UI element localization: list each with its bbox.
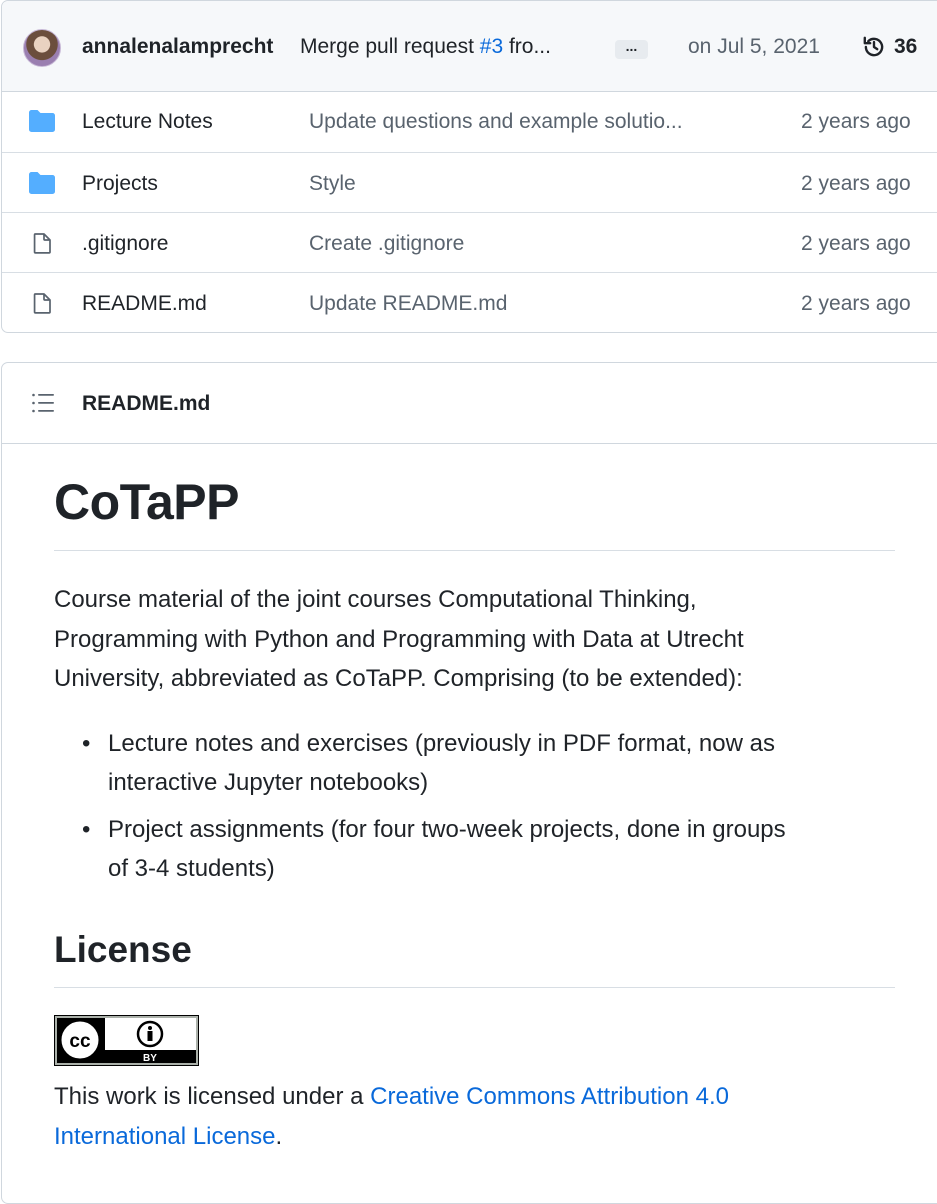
file-row[interactable]: Lecture Notes Update questions and examp… — [2, 91, 937, 151]
bullet-line: interactive Jupyter notebooks) — [108, 769, 429, 796]
license-suffix: . — [275, 1122, 283, 1150]
outline-list-icon[interactable] — [31, 392, 55, 414]
folder-icon — [29, 172, 55, 194]
pr-link[interactable]: #3 — [480, 35, 503, 58]
readme-intro: Course material of the joint courses Com… — [54, 580, 895, 699]
bullet-line: Lecture notes and exercises (previously … — [108, 730, 775, 757]
bullet-dot: • — [82, 730, 91, 757]
commit-message[interactable]: Merge pull request #3 fro... — [300, 35, 551, 59]
commit-message-prefix: Merge pull request — [300, 35, 480, 58]
file-row[interactable]: Projects Style 2 years ago — [2, 152, 937, 213]
file-name-link[interactable]: README.md — [82, 292, 207, 316]
license-text: This work is licensed under a Creative C… — [54, 1077, 895, 1156]
license-link-cont[interactable]: International License — [54, 1123, 275, 1150]
divider — [54, 550, 895, 551]
file-commit-message[interactable]: Style — [309, 172, 356, 196]
latest-commit-bar: annalenalamprecht Merge pull request #3 … — [2, 1, 937, 92]
bullet-dot: • — [82, 816, 91, 843]
cc-by-license-badge[interactable]: cc BY — [54, 1015, 199, 1066]
file-name-link[interactable]: Projects — [82, 172, 158, 196]
bullet-line: of 3-4 students) — [108, 855, 275, 882]
readme-header: README.md — [2, 363, 937, 444]
file-commit-message[interactable]: Update questions and example solutio... — [309, 110, 683, 134]
history-icon[interactable] — [861, 34, 887, 60]
license-heading: License — [54, 929, 192, 970]
commit-message-suffix: fro... — [503, 35, 551, 58]
file-age: 2 years ago — [801, 110, 911, 133]
file-age: 2 years ago — [801, 232, 911, 255]
by-label: BY — [143, 1053, 157, 1064]
intro-line: University, abbreviated as CoTaPP. Compr… — [54, 665, 743, 692]
file-browser: annalenalamprecht Merge pull request #3 … — [1, 0, 937, 333]
file-commit-message[interactable]: Create .gitignore — [309, 232, 464, 256]
file-row[interactable]: .gitignore Create .gitignore 2 years ago — [2, 212, 937, 273]
intro-line: Programming with Python and Programming … — [54, 625, 744, 653]
avatar[interactable] — [23, 29, 61, 67]
file-row[interactable]: README.md Update README.md 2 years ago — [2, 272, 937, 333]
cc-logo-text: cc — [69, 1031, 91, 1052]
readme-bullet-list: • Lecture notes and exercises (previousl… — [54, 724, 895, 884]
file-age: 2 years ago — [801, 292, 911, 315]
file-name-link[interactable]: .gitignore — [82, 232, 168, 256]
commit-author-link[interactable]: annalenalamprecht — [82, 35, 273, 59]
folder-icon — [29, 110, 55, 132]
license-link[interactable]: Creative Commons Attribution 4.0 — [370, 1083, 729, 1110]
intro-line: Course material of the joint courses Com… — [54, 586, 697, 613]
file-icon — [33, 293, 51, 314]
file-name-link[interactable]: Lecture Notes — [82, 110, 213, 134]
file-icon — [33, 233, 51, 254]
expand-commit-button[interactable]: ... — [615, 39, 648, 59]
bullet-line: Project assignments (for four two-week p… — [108, 816, 786, 843]
file-commit-message[interactable]: Update README.md — [309, 292, 507, 316]
commit-date[interactable]: on Jul 5, 2021 — [688, 35, 820, 59]
license-prefix: This work is licensed under a — [54, 1083, 371, 1110]
readme-filename[interactable]: README.md — [82, 392, 210, 416]
divider — [54, 987, 895, 988]
commit-count[interactable]: 36 — [894, 35, 917, 59]
readme-title: CoTaPP — [54, 474, 240, 530]
file-age: 2 years ago — [801, 172, 911, 195]
